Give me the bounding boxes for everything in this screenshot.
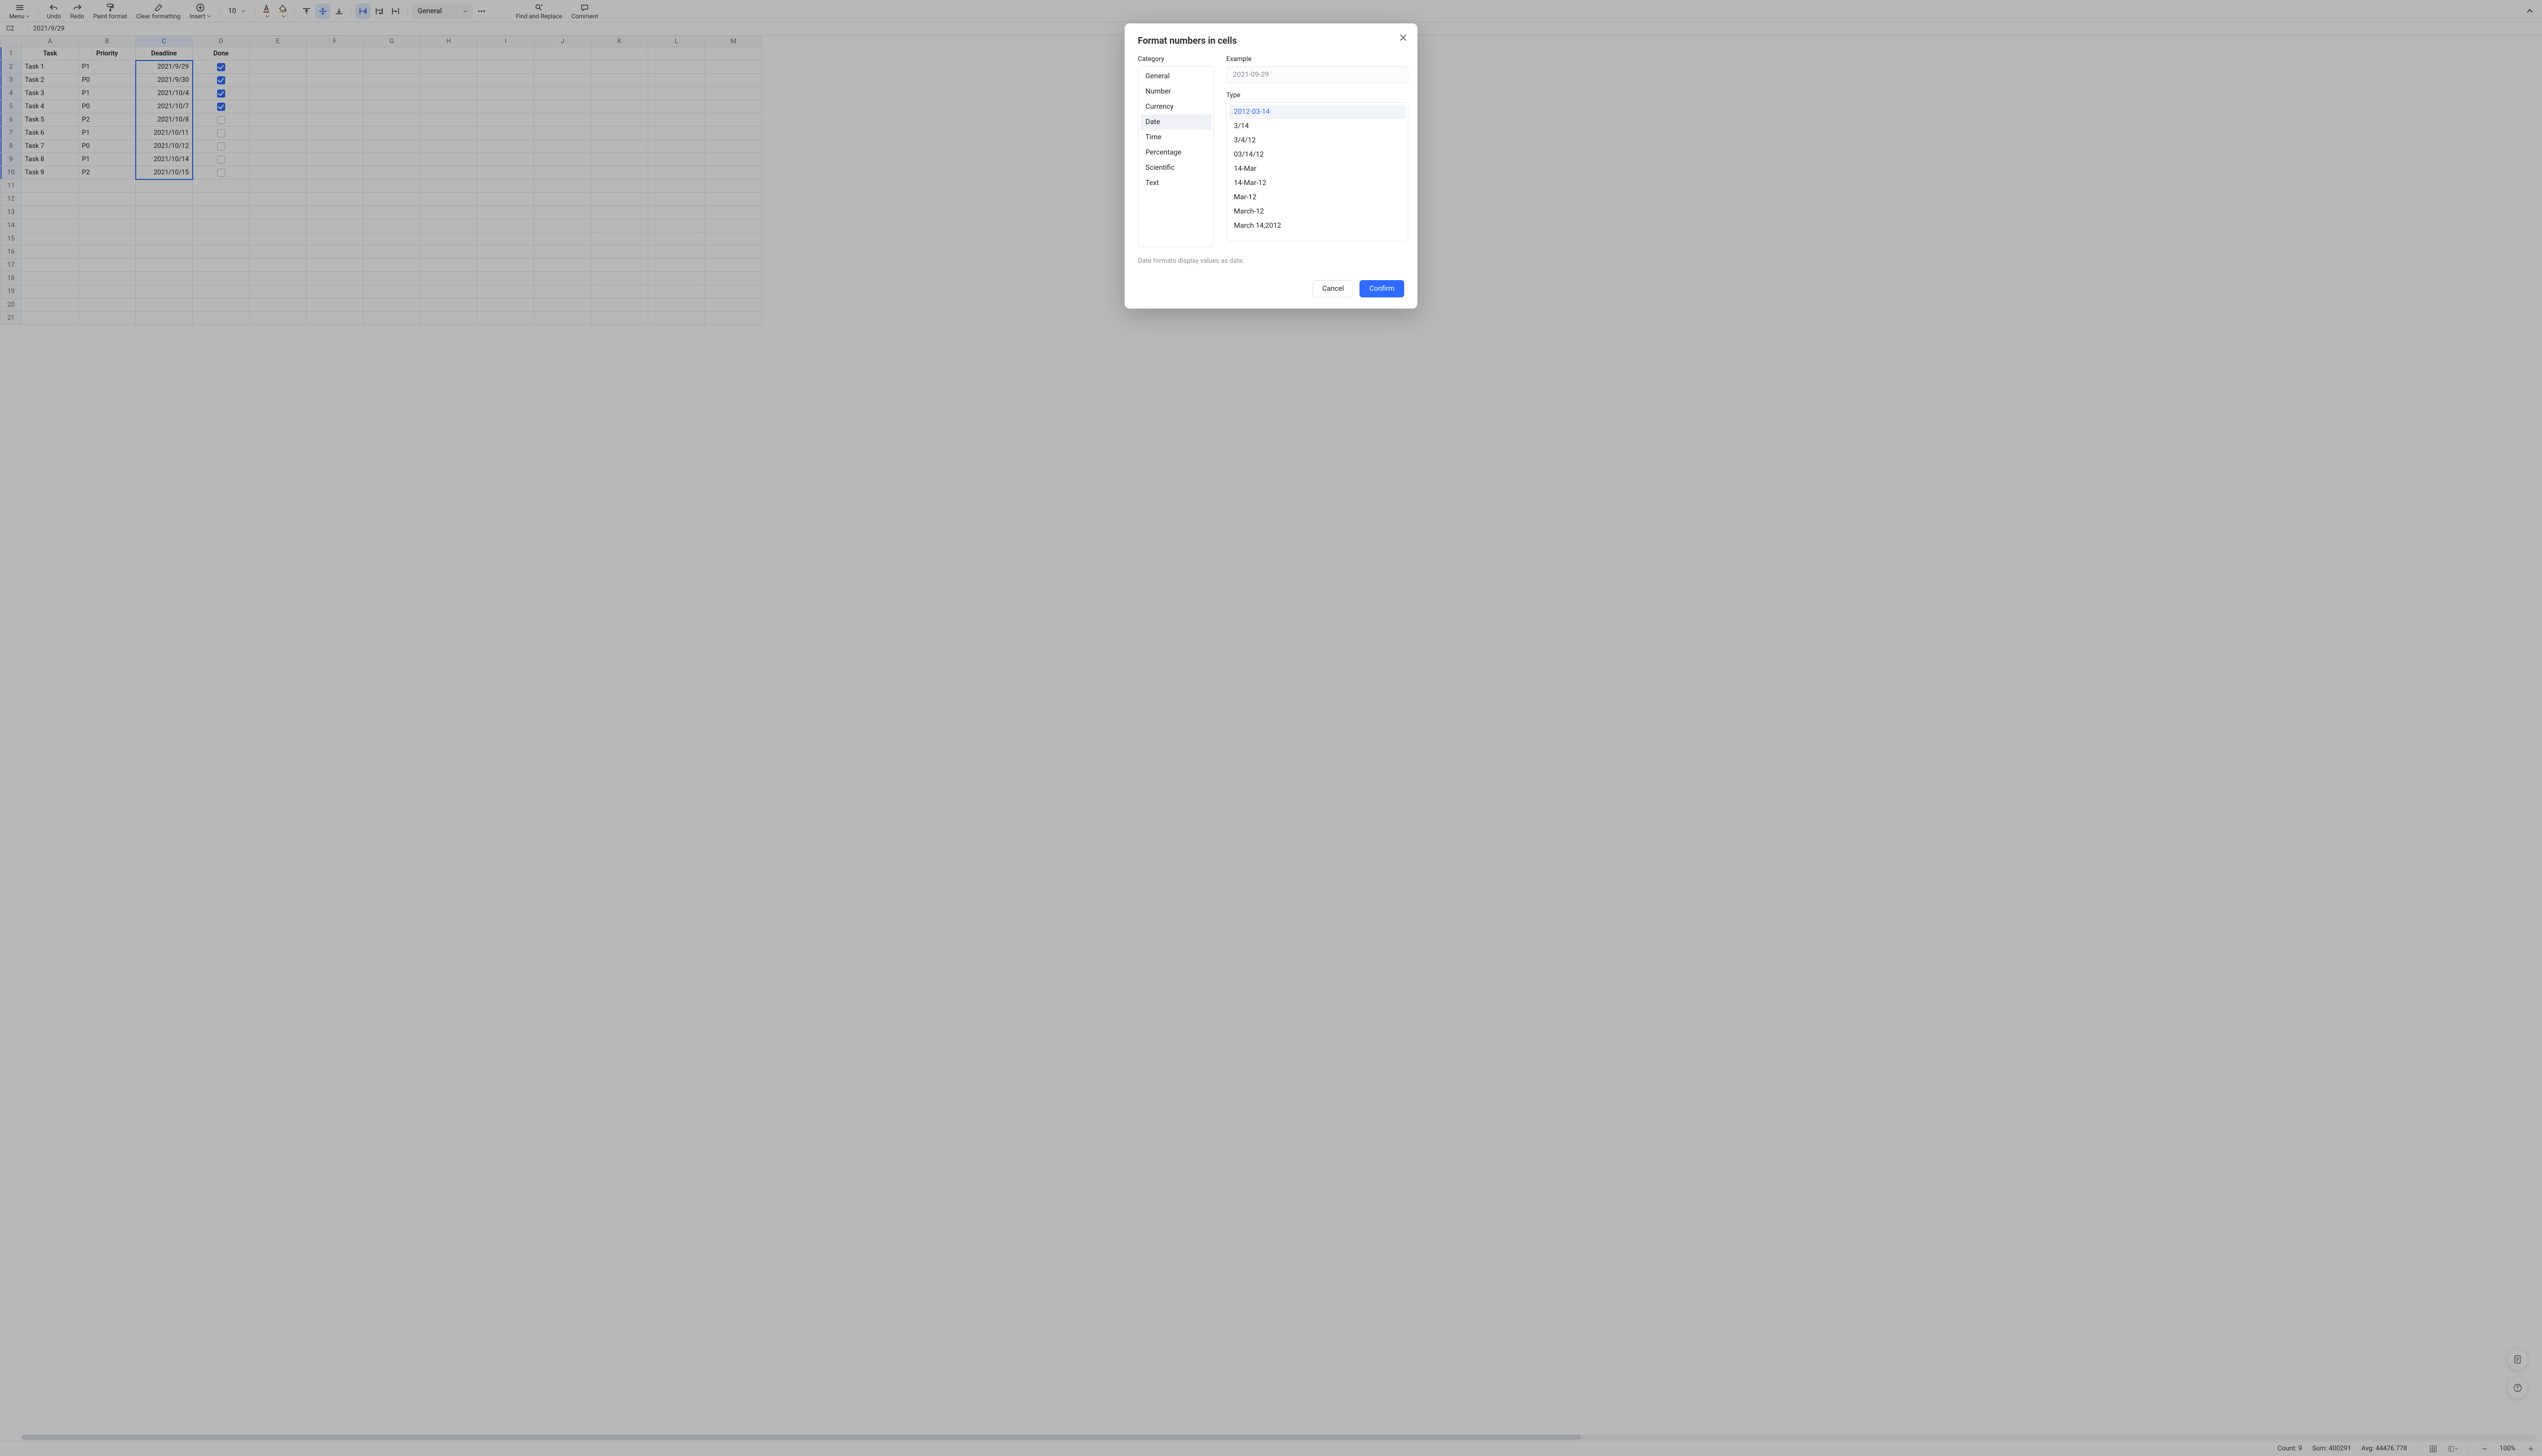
example-label: Example xyxy=(1226,55,1408,63)
confirm-button[interactable]: Confirm xyxy=(1359,280,1404,297)
close-icon xyxy=(1399,34,1407,42)
helper-text: Date formats display values as date. xyxy=(1138,257,1404,265)
type-item[interactable]: March 14,2012 xyxy=(1229,219,1406,233)
close-button[interactable] xyxy=(1396,31,1410,45)
category-item[interactable]: Number xyxy=(1140,84,1212,99)
modal-title: Format numbers in cells xyxy=(1138,36,1404,46)
format-numbers-modal: Format numbers in cells Category General… xyxy=(1125,23,1417,309)
category-item[interactable]: Scientific xyxy=(1140,160,1212,175)
type-item[interactable]: 3/14 xyxy=(1229,119,1406,133)
type-label: Type xyxy=(1226,92,1408,99)
category-label: Category xyxy=(1138,55,1214,63)
category-item[interactable]: Date xyxy=(1140,114,1212,130)
type-item[interactable]: Mar-12 xyxy=(1229,190,1406,204)
cancel-button[interactable]: Cancel xyxy=(1313,280,1354,297)
category-item[interactable]: Currency xyxy=(1140,99,1212,114)
type-item[interactable]: 2012-03-14 xyxy=(1229,105,1406,119)
type-item[interactable]: 3/4/12 xyxy=(1229,133,1406,147)
example-output: 2021-09-29 xyxy=(1226,66,1408,83)
category-item[interactable]: Time xyxy=(1140,130,1212,145)
type-item[interactable]: 14-Mar xyxy=(1229,162,1406,176)
type-item[interactable]: March-12 xyxy=(1229,204,1406,219)
category-item[interactable]: Text xyxy=(1140,175,1212,191)
category-item[interactable]: Percentage xyxy=(1140,145,1212,160)
category-item[interactable]: General xyxy=(1140,69,1212,84)
type-listbox[interactable]: 2012-03-143/143/4/1203/14/1214-Mar14-Mar… xyxy=(1226,102,1408,241)
type-item[interactable]: 14-Mar-12 xyxy=(1229,176,1406,190)
type-item[interactable]: 03/14/12 xyxy=(1229,147,1406,162)
category-listbox[interactable]: GeneralNumberCurrencyDateTimePercentageS… xyxy=(1138,66,1214,247)
